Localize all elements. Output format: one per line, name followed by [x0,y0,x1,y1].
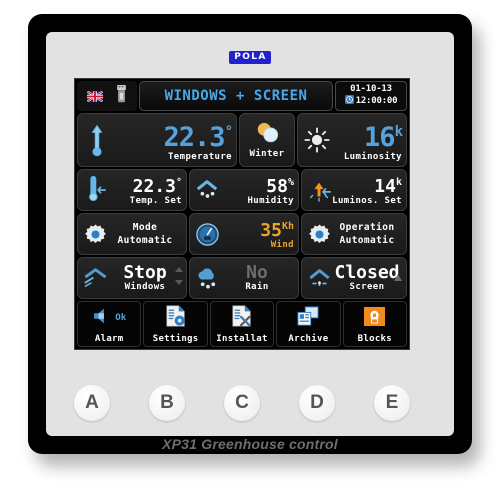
tile-wind[interactable]: 35Kh Wind [189,213,299,255]
tile-season[interactable]: Winter [239,113,295,167]
toolbar-button-blocks[interactable]: Blocks [342,301,408,347]
rain-label: Rain [245,282,269,292]
date-time-display[interactable]: 01-10-13 12:00:00 [335,81,407,111]
tile-operation[interactable]: Operation Automatic [301,213,407,255]
toolbar-button-installation[interactable]: Installat [209,301,275,347]
lcd-screen[interactable]: WINDOWS + SCREEN 01-10-13 12:00:00 22.3°… [74,78,410,350]
toolbar-label-installation: Installat [216,334,268,344]
rain-cloud-icon [194,267,220,290]
controller-device: POLA WINDOWS + SCREEN 01-10-13 12:00:00 … [28,14,472,454]
key-a[interactable]: A [74,385,110,421]
temp-set-label: Temp. Set [129,196,182,206]
thermometer-set-icon [82,176,108,204]
season-label: Winter [249,148,285,159]
toolbar-label-blocks: Blocks [357,334,392,344]
tile-row-2: 22.3° Temp. Set 58% Humidity 14k Luminos… [77,169,407,211]
operation-label: Operation [339,222,395,233]
tile-luminosity-set[interactable]: 14k Luminos. Set [301,169,407,211]
luminosity-set-icon [306,177,332,203]
windows-stack-icon [296,305,320,331]
padlock-icon [363,306,386,331]
device-model-label: XP31 Greenhouse control [162,436,338,452]
temperature-label: Temperature [167,151,232,162]
usb-stick-icon[interactable] [116,84,127,108]
tile-humidity[interactable]: 58% Humidity [189,169,299,211]
thermometer-up-icon [82,122,112,158]
tile-temp-set[interactable]: 22.3° Temp. Set [77,169,187,211]
humidity-value: 58% [266,176,294,197]
key-b[interactable]: B [149,385,185,421]
window-vent-icon [82,267,108,289]
tile-row-1: 22.3° Temperature Winter 16k Luminosity [77,113,407,167]
gear-icon [306,223,332,246]
tile-mode[interactable]: Mode Automatic [77,213,187,255]
screen-shade-icon [306,267,332,289]
anemometer-icon [194,222,220,247]
brand-logo-text: POLA [229,51,271,64]
brand-logo: POLA [46,44,454,64]
tile-row-4: Stop Windows No Rain Closed Screen [77,257,407,299]
key-e[interactable]: E [374,385,410,421]
humidity-icon [194,178,220,202]
status-bar-icons [77,81,137,111]
tile-luminosity[interactable]: 16k Luminosity [297,113,407,167]
luminosity-set-value: 14k [374,176,402,197]
toolbar-label-settings: Settings [152,334,199,344]
rain-value: No [246,262,268,283]
tile-rain[interactable]: No Rain [189,257,299,299]
toolbar-button-archive[interactable]: Archive [276,301,341,347]
humidity-label: Humidity [247,196,294,206]
toolbar-label-alarm: Alarm [94,334,124,344]
tile-windows[interactable]: Stop Windows [77,257,187,299]
document-gear-icon [164,305,188,331]
luminosity-value: 16k [364,121,403,153]
windows-value: Stop [123,262,167,283]
measurement-grid: 22.3° Temperature Winter 16k Luminosity … [77,113,407,299]
bottom-toolbar: Ok Alarm Settings Installat Archive Bloc… [77,301,408,347]
toolbar-button-settings[interactable]: Settings [143,301,208,347]
gear-icon [82,223,108,246]
temperature-value: 22.3° [163,121,234,153]
windows-label: Windows [124,282,166,292]
up-down-arrows-icon [175,267,183,289]
speaker-icon [92,307,114,329]
screenshot-root: POLA WINDOWS + SCREEN 01-10-13 12:00:00 … [0,0,500,500]
wind-label: Wind [270,240,294,250]
key-c[interactable]: C [224,385,260,421]
key-d[interactable]: D [299,385,335,421]
temp-set-value: 22.3° [132,176,182,197]
status-bar: WINDOWS + SCREEN 01-10-13 12:00:00 [77,81,407,111]
tile-screen[interactable]: Closed Screen [301,257,407,299]
mode-value: Automatic [117,235,173,246]
mode-label: Mode [132,222,158,233]
screen-title: WINDOWS + SCREEN [139,81,333,111]
luminosity-label: Luminosity [343,151,402,162]
wind-value: 35Kh [260,220,294,241]
time-text: 12:00:00 [355,96,398,106]
device-front-panel: POLA WINDOWS + SCREEN 01-10-13 12:00:00 … [46,32,454,452]
snow-sun-icon [254,121,280,149]
date-text: 01-10-13 [350,84,392,94]
toolbar-label-archive: Archive [288,334,329,344]
tile-row-3: Mode Automatic 35Kh Wind Operation Autom… [77,213,407,255]
tile-temperature[interactable]: 22.3° Temperature [77,113,237,167]
uk-flag-icon[interactable] [86,87,104,106]
screen-label: Screen [349,282,385,292]
luminosity-set-label: Luminos. Set [332,196,402,206]
document-tools-icon [230,305,254,331]
clock-icon [344,95,354,108]
alarm-status-badge: Ok [115,313,127,323]
physical-keypad: A B C D E [74,380,410,426]
up-arrow-icon [394,266,402,285]
screen-value: Closed [334,262,400,283]
sun-icon [302,127,332,153]
toolbar-button-alarm[interactable]: Ok Alarm [77,301,142,347]
operation-value: Automatic [339,235,395,246]
